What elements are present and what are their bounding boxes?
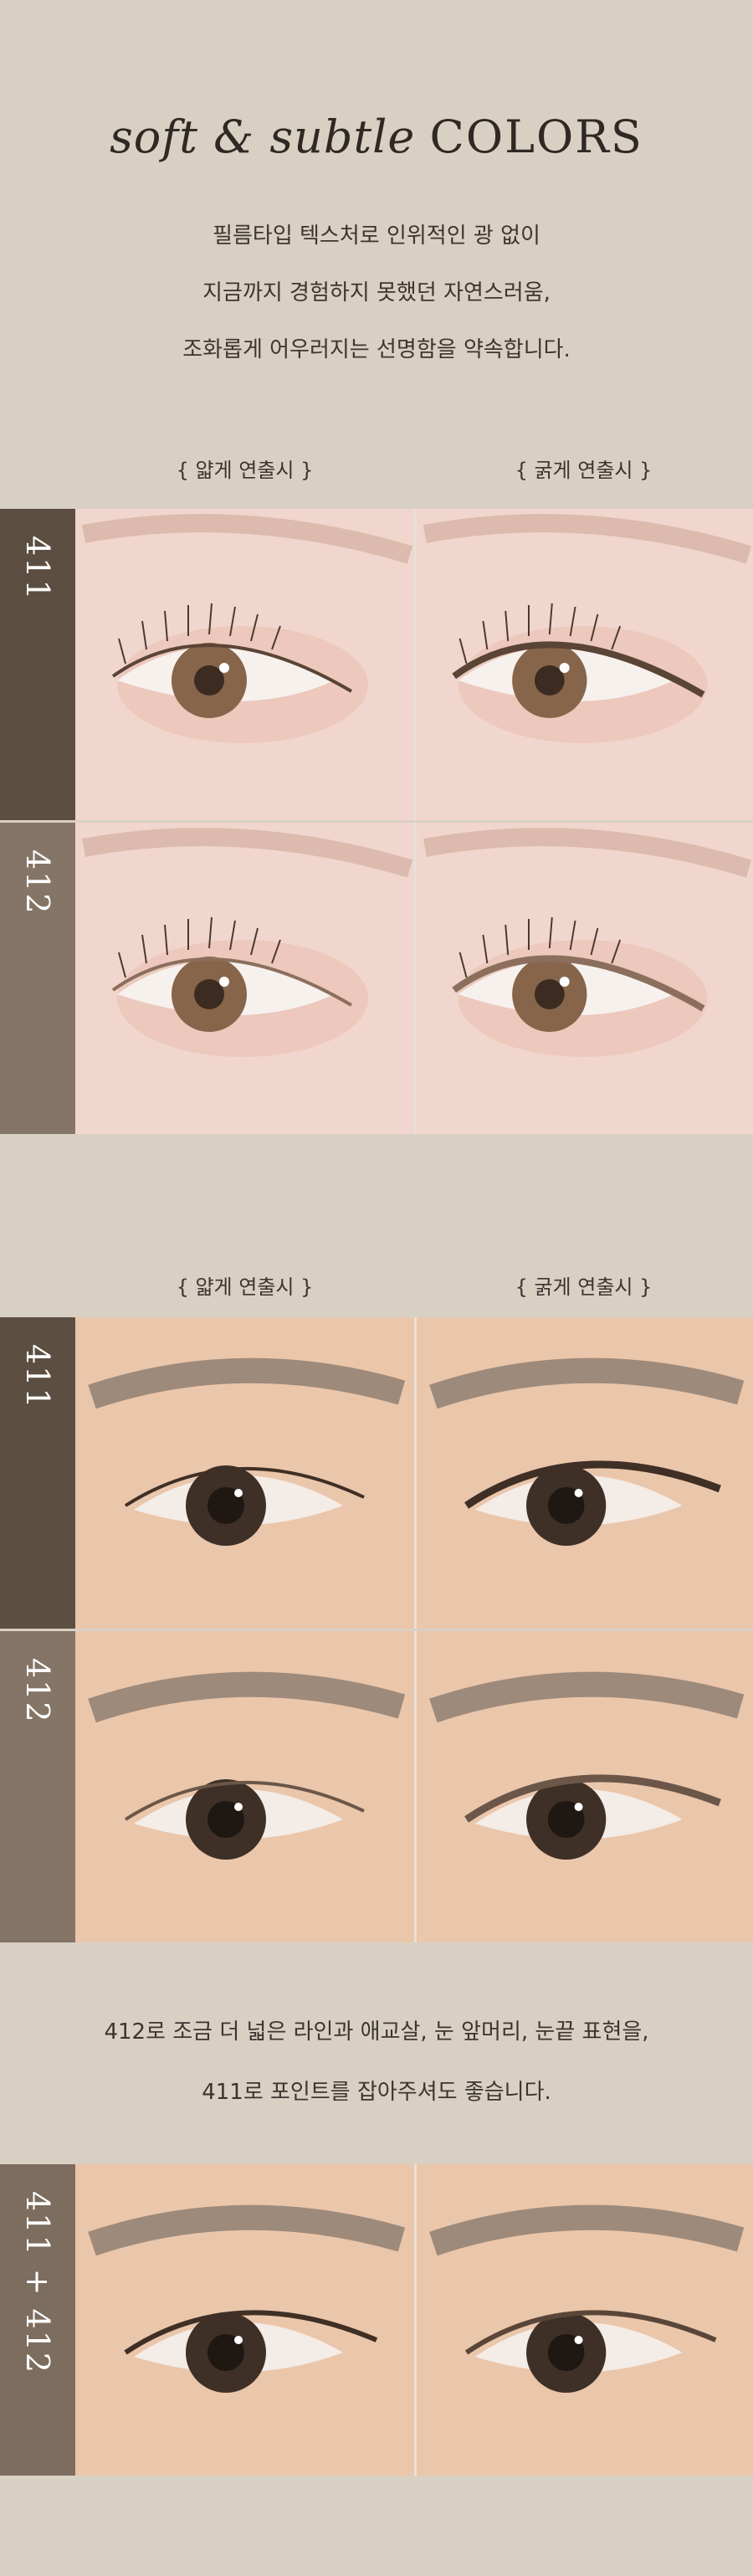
shade-label: 411 + 412 bbox=[19, 2191, 56, 2375]
title-caps: COLORS bbox=[429, 110, 643, 163]
section2-row-412: 412 bbox=[0, 1631, 753, 1942]
tip-line: 411로 포인트를 잡아주셔도 좋습니다. bbox=[202, 2080, 551, 2105]
eye-photo-thick bbox=[414, 1317, 753, 1629]
shade-swatch-combo: 411 + 412 bbox=[0, 2164, 75, 2476]
tip-line: 412로 조금 더 넓은 라인과 애교살, 눈 앞머리, 눈끝 표현을, bbox=[104, 2019, 649, 2045]
eye-photo-thick bbox=[414, 509, 753, 820]
eye-photo-thin bbox=[75, 509, 414, 820]
column-thin-label: { 얇게 연출시 } bbox=[176, 1275, 314, 1299]
shade-swatch-411: 411 bbox=[0, 509, 75, 820]
section2-row-411: 411 bbox=[0, 1317, 753, 1629]
shade-label: 412 bbox=[19, 849, 56, 916]
shade-label: 411 bbox=[19, 1344, 56, 1410]
shade-label: 411 bbox=[19, 536, 56, 602]
section2-column-headers: { 얇게 연출시 } { 굵게 연출시 } bbox=[75, 1270, 753, 1304]
column-thick-label: { 굵게 연출시 } bbox=[515, 1275, 653, 1299]
shade-swatch-412: 412 bbox=[0, 1631, 75, 1942]
eye-photo-thin bbox=[75, 1317, 414, 1629]
section1-row-412: 412 bbox=[0, 823, 753, 1134]
shade-label: 412 bbox=[19, 1658, 56, 1724]
shade-swatch-411: 411 bbox=[0, 1317, 75, 1629]
column-thin-label: { 얇게 연출시 } bbox=[176, 459, 314, 482]
eye-photo-thick bbox=[414, 1631, 753, 1942]
intro-line: 조화롭게 어우러지는 선명함을 약속합니다. bbox=[182, 337, 571, 362]
intro-line: 지금까지 경험하지 못했던 자연스러움, bbox=[202, 280, 551, 305]
section1-row-411: 411 bbox=[0, 509, 753, 820]
page-title: soft & subtle COLORS bbox=[0, 110, 753, 163]
combo-row: 411 + 412 bbox=[0, 2164, 753, 2476]
eye-photo-combo-left bbox=[75, 2164, 414, 2476]
eye-photo-thin bbox=[75, 823, 414, 1134]
shade-swatch-412: 412 bbox=[0, 823, 75, 1134]
eye-photo-combo-right bbox=[414, 2164, 753, 2476]
section1-column-headers: { 얇게 연출시 } { 굵게 연출시 } bbox=[75, 454, 753, 487]
eye-photo-thin bbox=[75, 1631, 414, 1942]
eye-photo-thick bbox=[414, 823, 753, 1134]
intro-text: 필름타입 텍스처로 인위적인 광 없이 지금까지 경험하지 못했던 자연스러움,… bbox=[0, 208, 753, 378]
usage-tip: 412로 조금 더 넓은 라인과 애교살, 눈 앞머리, 눈끝 표현을, 411… bbox=[0, 2002, 753, 2122]
column-thick-label: { 굵게 연출시 } bbox=[515, 459, 653, 482]
intro-line: 필름타입 텍스처로 인위적인 광 없이 bbox=[213, 223, 540, 249]
title-italic: soft & subtle bbox=[110, 110, 416, 163]
